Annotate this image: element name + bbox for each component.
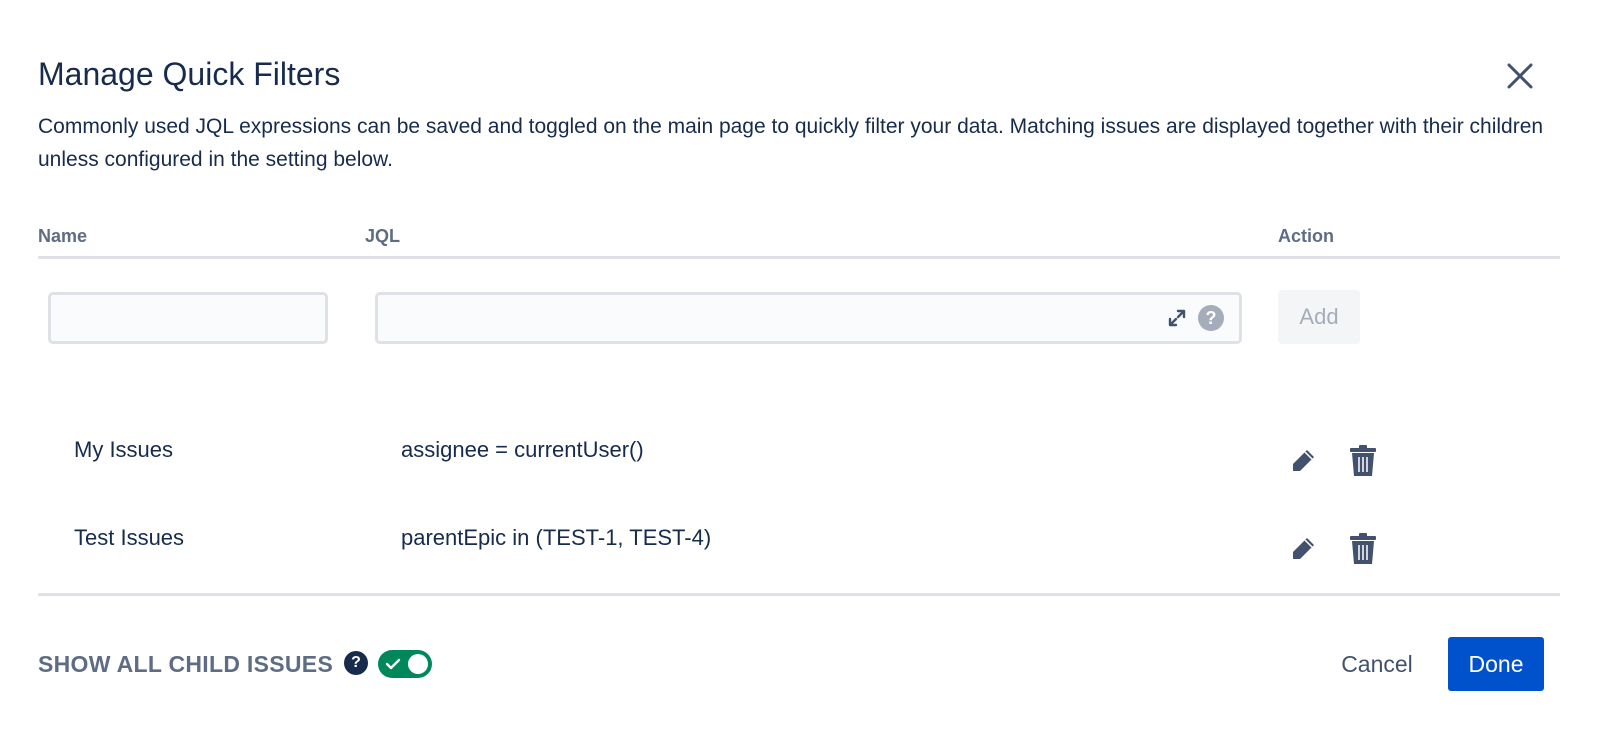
cancel-button[interactable]: Cancel [1322,638,1432,690]
filter-name: My Issues [74,437,174,462]
trash-icon [1350,533,1376,564]
edit-filter-button[interactable] [1288,532,1318,566]
manage-quick-filters-dialog: Manage Quick Filters Commonly used JQL e… [0,0,1600,730]
filter-name: Test Issues [74,525,185,550]
row-actions [1288,532,1378,566]
column-header-action: Action [1278,226,1334,246]
help-icon[interactable]: ? [344,651,368,675]
edit-filter-button[interactable] [1288,444,1318,478]
jql-input-icons: ? [1166,303,1224,333]
close-icon [1507,63,1533,89]
done-button[interactable]: Done [1448,637,1544,691]
delete-filter-button[interactable] [1348,532,1378,566]
check-icon [385,658,401,670]
table-row: Test Issues parentEpic in (TEST-1, TEST-… [38,518,1560,578]
table-header-divider [38,256,1560,259]
delete-filter-button[interactable] [1348,444,1378,478]
table-row: My Issues assignee = currentUser() [38,430,1560,490]
pencil-icon [1293,538,1314,559]
column-header-name: Name [38,226,88,246]
expand-icon[interactable] [1166,307,1188,329]
filter-jql-input[interactable] [375,292,1242,344]
column-header-jql: JQL [365,226,401,246]
show-child-issues-toggle[interactable] [378,650,432,678]
filter-jql: assignee = currentUser() [401,437,644,462]
add-filter-button[interactable]: Add [1278,290,1360,344]
show-child-issues-label: SHOW ALL CHILD ISSUES [38,651,334,677]
dialog-description: Commonly used JQL expressions can be sav… [38,115,1544,171]
jql-help-icon[interactable]: ? [1198,305,1224,331]
close-button[interactable] [1500,56,1540,96]
toggle-knob [408,654,428,674]
trash-icon [1350,445,1376,476]
filter-jql: parentEpic in (TEST-1, TEST-4) [401,525,712,550]
dialog-title: Manage Quick Filters [38,56,341,92]
filter-name-input[interactable] [48,292,328,344]
row-actions [1288,444,1378,478]
table-footer-divider [38,593,1560,596]
pencil-icon [1293,450,1314,471]
